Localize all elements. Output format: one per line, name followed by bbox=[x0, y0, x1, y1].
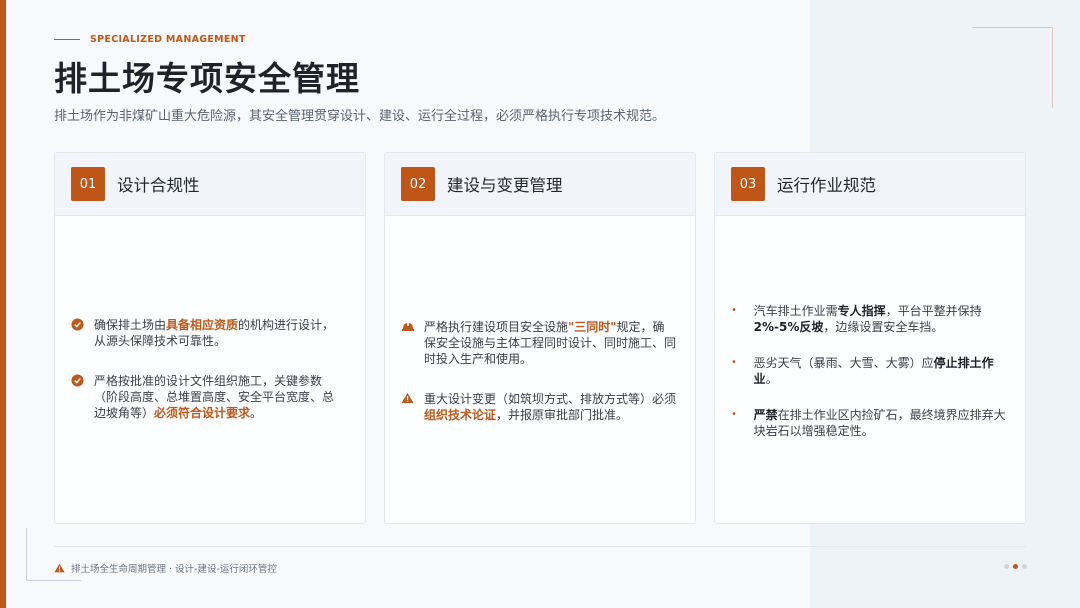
item-text: 确保排土场由 bbox=[94, 318, 167, 332]
list-item: • 严禁在排土作业区内捡矿石，最终境界应排弃大块岩石以增强稳定性。 bbox=[731, 407, 1009, 439]
list-item: 严格按批准的设计文件组织施工，关键参数（阶段高度、总堆置高度、安全平台宽度、总边… bbox=[71, 373, 349, 421]
list-item: • 恶劣天气（暴雨、大雪、大雾）应停止排土作业。 bbox=[731, 355, 1009, 387]
card-number-badge: 03 bbox=[731, 167, 765, 201]
warning-icon bbox=[54, 563, 65, 573]
card-number-badge: 02 bbox=[401, 167, 435, 201]
page-dot-active[interactable] bbox=[1013, 564, 1018, 569]
bullet-icon: • bbox=[731, 305, 737, 316]
item-text: ，并报原审批部门批准。 bbox=[496, 408, 629, 422]
item-text: 汽车排土作业需 bbox=[753, 304, 838, 318]
card-construction-change: 02 建设与变更管理 严格执行建设项目安全设施"三同时"规定，确保安全设施与主体… bbox=[384, 152, 696, 524]
card-header: 03 运行作业规范 bbox=[715, 153, 1025, 216]
item-text: 。 bbox=[250, 406, 263, 420]
footer: 排土场全生命周期管理 · 设计-建设-运行闭环管控 bbox=[54, 561, 277, 575]
page-subtitle: 排土场作为非煤矿山重大危险源，其安全管理贯穿设计、建设、运行全过程，必须严格执行… bbox=[54, 109, 666, 124]
list-item: • 汽车排土作业需专人指挥，平台平整并保持 2%-5%反坡，边缘设置安全车挡。 bbox=[731, 303, 1009, 335]
item-highlight: 具备相应资质 bbox=[166, 318, 239, 332]
item-highlight: "三同时" bbox=[568, 320, 617, 334]
page-dot[interactable] bbox=[1004, 564, 1009, 569]
card-title: 运行作业规范 bbox=[777, 176, 876, 195]
kicker-line bbox=[54, 38, 80, 41]
item-text: 。 bbox=[765, 372, 778, 386]
item-text: 重大设计变更（如筑坝方式、排放方式等）必须 bbox=[424, 392, 677, 406]
left-accent-bar bbox=[0, 0, 6, 608]
card-design-compliance: 01 设计合规性 确保排土场由具备相应资质的机构进行设计，从源头保障技术可靠性。… bbox=[54, 152, 366, 524]
bullet-icon: • bbox=[731, 409, 737, 420]
card-header: 01 设计合规性 bbox=[55, 153, 365, 216]
card-operation-norms: 03 运行作业规范 • 汽车排土作业需专人指挥，平台平整并保持 2%-5%反坡，边… bbox=[714, 152, 1026, 524]
bullet-icon: • bbox=[731, 357, 737, 368]
warning-icon bbox=[401, 392, 415, 406]
page-indicator bbox=[1004, 564, 1031, 569]
card-header: 02 建设与变更管理 bbox=[385, 153, 695, 216]
page-title: 排土场专项安全管理 bbox=[54, 59, 360, 98]
page-dot[interactable] bbox=[1022, 564, 1027, 569]
footer-text: 排土场全生命周期管理 · 设计-建设-运行闭环管控 bbox=[71, 564, 277, 575]
card-number-badge: 01 bbox=[71, 167, 105, 201]
card-body: • 汽车排土作业需专人指挥，平台平整并保持 2%-5%反坡，边缘设置安全车挡。 •… bbox=[731, 215, 1009, 523]
footer-divider bbox=[54, 546, 1026, 547]
kicker-text: SPECIALIZED MANAGEMENT bbox=[90, 34, 246, 45]
item-text: 在排土作业区内捡矿石，最终境界应排弃大块岩石以增强稳定性。 bbox=[753, 408, 1006, 438]
card-title: 建设与变更管理 bbox=[447, 176, 563, 195]
item-text: ，边缘设置安全车挡。 bbox=[823, 320, 944, 334]
corner-decoration-top-right bbox=[972, 27, 1053, 108]
item-highlight: 组织技术论证 bbox=[424, 408, 497, 422]
item-bold: 专人指挥 bbox=[837, 304, 886, 318]
item-text: 恶劣天气（暴雨、大雪、大雾）应 bbox=[753, 356, 934, 370]
card-title: 设计合规性 bbox=[117, 176, 200, 195]
item-highlight: 必须符合设计要求 bbox=[154, 406, 251, 420]
card-body: 严格执行建设项目安全设施"三同时"规定，确保安全设施与主体工程同时设计、同时施工… bbox=[401, 215, 679, 523]
item-text: 严格执行建设项目安全设施 bbox=[424, 320, 569, 334]
item-bold: 2%-5%反坡 bbox=[753, 320, 824, 334]
card-body: 确保排土场由具备相应资质的机构进行设计，从源头保障技术可靠性。 严格按批准的设计… bbox=[71, 215, 349, 523]
check-circle-icon bbox=[71, 374, 85, 388]
list-item: 严格执行建设项目安全设施"三同时"规定，确保安全设施与主体工程同时设计、同时施工… bbox=[401, 319, 679, 367]
item-bold: 严禁 bbox=[753, 408, 778, 422]
check-circle-icon bbox=[71, 318, 85, 332]
list-item: 重大设计变更（如筑坝方式、排放方式等）必须组织技术论证，并报原审批部门批准。 bbox=[401, 391, 679, 423]
kicker: SPECIALIZED MANAGEMENT bbox=[54, 34, 246, 45]
item-text: ，平台平整并保持 bbox=[885, 304, 982, 318]
hard-hat-icon bbox=[401, 320, 415, 334]
list-item: 确保排土场由具备相应资质的机构进行设计，从源头保障技术可靠性。 bbox=[71, 317, 349, 349]
